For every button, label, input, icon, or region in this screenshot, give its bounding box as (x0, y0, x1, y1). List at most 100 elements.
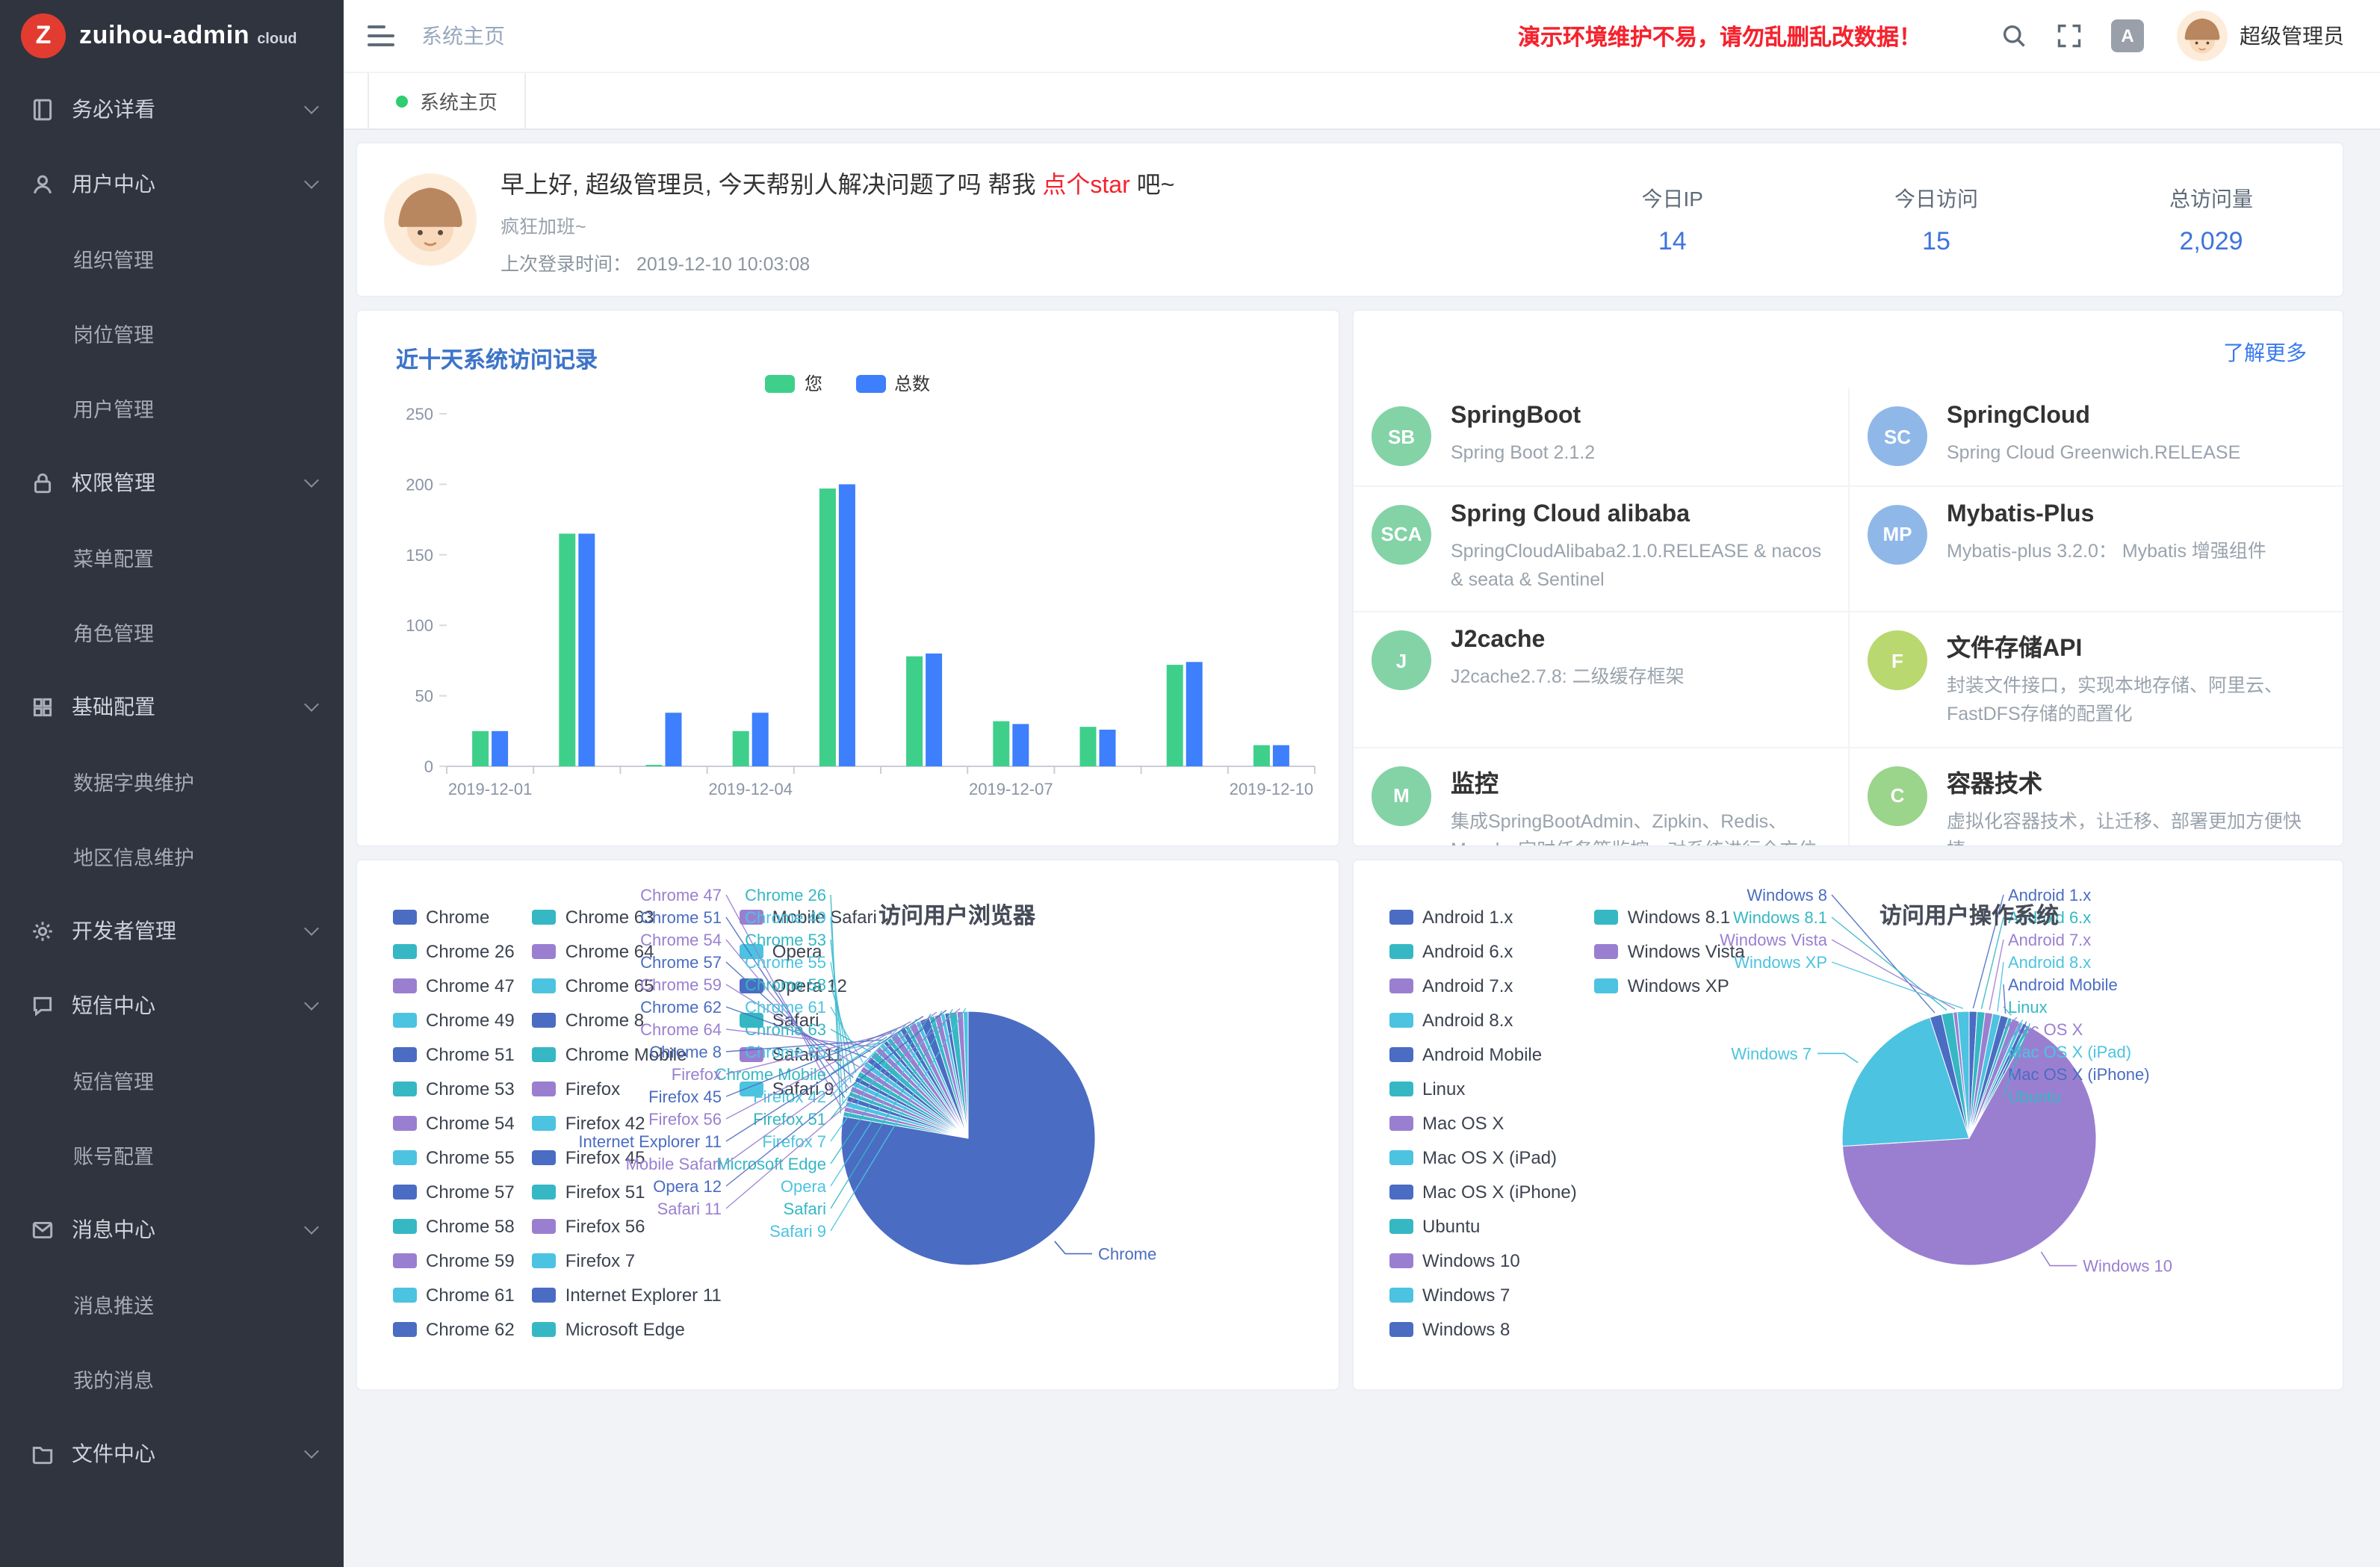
legend-label: Chrome 54 (426, 1112, 515, 1133)
legend-item[interactable]: Mac OS X (1389, 1105, 1577, 1140)
legend-item[interactable]: Windows 8.1 (1595, 899, 1745, 934)
legend-item[interactable]: Firefox 45 (533, 1140, 722, 1174)
legend-item[interactable]: Chrome 51 (393, 1037, 515, 1071)
sidebar-item-org-mgmt[interactable]: 组织管理 (0, 221, 344, 296)
legend-item[interactable]: Chrome 8 (533, 1002, 722, 1037)
avatar[interactable] (2177, 10, 2228, 61)
legend-item[interactable]: Chrome 59 (393, 1243, 515, 1277)
sidebar-group-must-view[interactable]: 务必详看 (0, 72, 344, 146)
legend-swatch (1389, 978, 1413, 993)
legend-item[interactable]: Windows 8 (1389, 1312, 1577, 1346)
legend-item[interactable]: Chrome 61 (393, 1277, 515, 1312)
legend-item[interactable]: Firefox 51 (533, 1174, 722, 1208)
tech-desc: Spring Cloud Greenwich.RELEASE (1947, 439, 2240, 468)
legend-item[interactable]: Chrome 63 (533, 899, 722, 934)
legend-item[interactable]: Firefox (533, 1071, 722, 1105)
legend-item[interactable]: Windows XP (1595, 968, 1745, 1002)
legend-item[interactable]: Chrome 55 (393, 1140, 515, 1174)
fullscreen-icon[interactable] (2056, 22, 2083, 49)
legend-item[interactable]: Android Mobile (1389, 1037, 1577, 1071)
legend-item[interactable]: Chrome 62 (393, 1312, 515, 1346)
legend-item[interactable]: 总数 (855, 370, 930, 396)
sidebar-item-msg-push[interactable]: 消息推送 (0, 1267, 344, 1341)
legend-item[interactable]: Chrome 26 (393, 934, 515, 968)
legend-item[interactable]: Mac OS X (iPhone) (1389, 1174, 1577, 1208)
svg-text:100: 100 (406, 616, 433, 635)
legend-item[interactable]: Chrome 65 (533, 968, 722, 1002)
sidebar-item-my-messages[interactable]: 我的消息 (0, 1341, 344, 1416)
legend-item[interactable]: 您 (766, 370, 822, 396)
star-link[interactable]: 点个star (1042, 173, 1129, 198)
legend-item[interactable]: Ubuntu (1389, 1208, 1577, 1243)
legend-item[interactable]: Chrome 53 (393, 1071, 515, 1105)
legend-label: Chrome 59 (426, 1250, 515, 1270)
legend-item[interactable]: Android 7.x (1389, 968, 1577, 1002)
bar (472, 731, 489, 766)
sidebar-item-role-mgmt[interactable]: 角色管理 (0, 595, 344, 669)
bar (906, 657, 923, 766)
tab-home[interactable]: 系统主页 (368, 73, 526, 128)
legend-item[interactable]: Mobile Safari (740, 899, 877, 934)
sidebar-item-region-maintain[interactable]: 地区信息维护 (0, 819, 344, 893)
legend-swatch (393, 1253, 417, 1267)
legend-item[interactable]: Android 6.x (1389, 934, 1577, 968)
sidebar-group-sms-center[interactable]: 短信中心 (0, 968, 344, 1043)
sidebar-item-menu-config[interactable]: 菜单配置 (0, 520, 344, 595)
legend-item[interactable]: Chrome 57 (393, 1174, 515, 1208)
legend-item[interactable]: Chrome 64 (533, 934, 722, 968)
legend-label: Windows 8 (1422, 1318, 1510, 1339)
sidebar-group-file-center[interactable]: 文件中心 (0, 1416, 344, 1491)
legend-label: Ubuntu (1422, 1215, 1480, 1236)
legend-item[interactable]: Windows 10 (1389, 1243, 1577, 1277)
browser-pie-panel: 访问用户浏览器 ChromeChrome 26Chrome 47Chrome 4… (356, 859, 1340, 1391)
learn-more-link[interactable]: 了解更多 (2223, 338, 2307, 367)
legend-swatch (393, 1321, 417, 1336)
content: 早上好, 超级管理员, 今天帮别人解决问题了吗 帮我 点个star 吧~ 疯狂加… (344, 130, 2380, 1567)
legend-item[interactable]: Opera 12 (740, 968, 877, 1002)
sidebar-item-post-mgmt[interactable]: 岗位管理 (0, 296, 344, 370)
legend-label: Chrome 63 (565, 906, 654, 927)
legend-item[interactable]: Chrome 54 (393, 1105, 515, 1140)
legend-item[interactable]: Opera (740, 934, 877, 968)
sidebar-item-sms-mgmt[interactable]: 短信管理 (0, 1043, 344, 1117)
legend-item[interactable]: Microsoft Edge (533, 1312, 722, 1346)
legend-item[interactable]: Mac OS X (iPad) (1389, 1140, 1577, 1174)
legend-swatch (766, 374, 796, 392)
sidebar-item-user-mgmt[interactable]: 用户管理 (0, 370, 344, 445)
legend-item[interactable]: Chrome Mobile (533, 1037, 722, 1071)
font-size-icon[interactable]: A (2111, 19, 2144, 52)
sidebar-group-user-center[interactable]: 用户中心 (0, 146, 344, 221)
sidebar-group-basic-config[interactable]: 基础配置 (0, 669, 344, 744)
legend-item[interactable]: Windows 7 (1389, 1277, 1577, 1312)
username[interactable]: 超级管理员 (2240, 21, 2344, 51)
legend-item[interactable]: Android 1.x (1389, 899, 1577, 934)
legend-swatch (533, 1184, 557, 1199)
legend-item[interactable]: Chrome 49 (393, 1002, 515, 1037)
sidebar-item-dict-maintain[interactable]: 数据字典维护 (0, 744, 344, 819)
legend-item[interactable]: Linux (1389, 1071, 1577, 1105)
legend-label: Firefox 51 (565, 1181, 645, 1202)
tech-stack-panel: 了解更多 SB SpringBoot Spring Boot 2.1.2 SC … (1352, 309, 2344, 847)
svg-text:150: 150 (406, 546, 433, 565)
breadcrumb[interactable]: 系统主页 (421, 21, 505, 51)
legend-item[interactable]: Safari (740, 1002, 877, 1037)
legend-item[interactable]: Firefox 7 (533, 1243, 722, 1277)
legend-item[interactable]: Chrome (393, 899, 515, 934)
svg-text:250: 250 (406, 405, 433, 423)
legend-item[interactable]: Internet Explorer 11 (533, 1277, 722, 1312)
legend-item[interactable]: Safari 11 (740, 1037, 877, 1071)
legend-item[interactable]: Android 8.x (1389, 1002, 1577, 1037)
legend-label: Windows XP (1628, 975, 1729, 996)
legend-item[interactable]: Windows Vista (1595, 934, 1745, 968)
search-icon[interactable] (2001, 22, 2027, 49)
sidebar-item-account-config[interactable]: 账号配置 (0, 1117, 344, 1192)
legend-item[interactable]: Firefox 56 (533, 1208, 722, 1243)
legend-item[interactable]: Chrome 58 (393, 1208, 515, 1243)
sidebar-group-permission[interactable]: 权限管理 (0, 445, 344, 520)
sidebar-group-developer[interactable]: 开发者管理 (0, 893, 344, 968)
logo-title: zuihou-admin (79, 21, 250, 51)
collapse-menu-icon[interactable] (368, 25, 394, 46)
legend-item[interactable]: Chrome 47 (393, 968, 515, 1002)
legend-item[interactable]: Firefox 42 (533, 1105, 722, 1140)
sidebar-group-message-center[interactable]: 消息中心 (0, 1192, 344, 1267)
